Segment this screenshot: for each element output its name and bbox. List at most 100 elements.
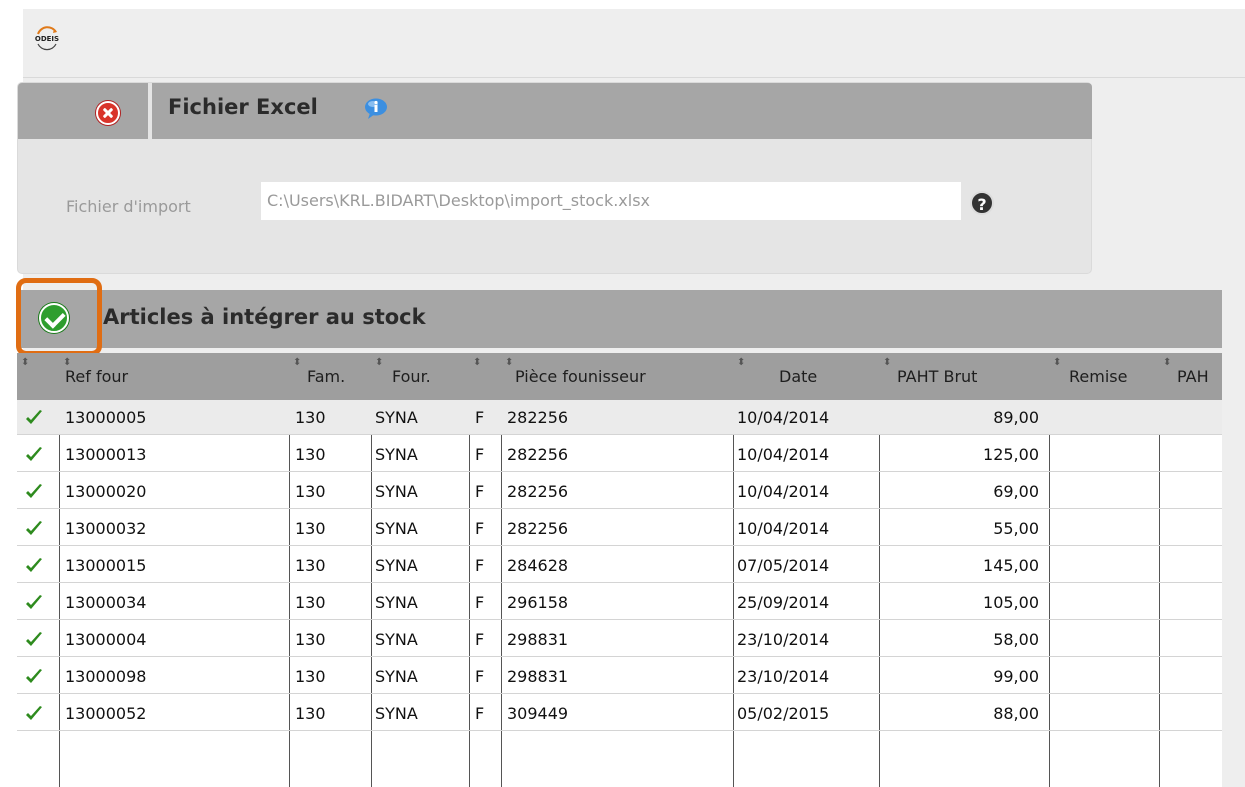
table-cell [1049, 437, 1159, 472]
table-cell: 130 [295, 519, 326, 538]
sort-icon[interactable]: ⬍ [883, 357, 891, 368]
table-cell: 298831 [507, 667, 569, 686]
table-cell: F [475, 519, 485, 538]
table-cell: F [475, 482, 485, 501]
sort-icon[interactable]: ⬍ [1053, 357, 1061, 368]
table-cell: 296158 [507, 593, 569, 612]
table-cell [1159, 696, 1222, 731]
table-cell: 13000015 [65, 556, 147, 575]
excel-header-left [18, 83, 148, 139]
help-icon[interactable]: ? [970, 191, 994, 215]
row-check-icon [26, 521, 42, 535]
table-cell [1159, 659, 1222, 694]
table-cell: 284628 [507, 556, 569, 575]
column-header[interactable]: Date [779, 353, 879, 400]
close-icon[interactable] [96, 101, 120, 125]
column-header[interactable]: Pièce founisseur [515, 353, 733, 400]
table-row[interactable]: 13000052 130 SYNA F 309449 05/02/2015 88,00 [17, 696, 1222, 731]
sort-icon[interactable]: ⬍ [375, 357, 383, 368]
table-cell: 69,00 [993, 482, 1039, 501]
row-check-icon [26, 484, 42, 498]
sort-icon[interactable]: ⬍ [1163, 357, 1171, 368]
column-header[interactable]: Remise [1069, 353, 1159, 400]
table-row[interactable]: 13000013 130 SYNA F 282256 10/04/2014 125,00 [17, 437, 1222, 472]
table-cell: 10/04/2014 [737, 519, 830, 538]
column-header[interactable] [479, 353, 501, 400]
table-cell [1159, 511, 1222, 546]
table-row[interactable]: 13000005 130 SYNA F 282256 10/04/2014 89,00 [17, 400, 1222, 435]
table-row[interactable]: 13000098 130 SYNA F 298831 23/10/2014 99,00 [17, 659, 1222, 694]
table-cell [1049, 622, 1159, 657]
table-row[interactable]: 13000020 130 SYNA F 282256 10/04/2014 69,00 [17, 474, 1222, 509]
sort-icon[interactable]: ⬍ [737, 357, 745, 368]
column-header[interactable]: PAHT Brut [897, 353, 1049, 400]
column-header[interactable]: Ref four [65, 353, 285, 400]
row-check-icon [26, 669, 42, 683]
table-cell: 13000034 [65, 593, 147, 612]
import-file-input[interactable]: C:\Users\KRL.BIDART\Desktop\import_stock… [261, 182, 961, 220]
table-cell [1159, 585, 1222, 620]
info-icon[interactable] [363, 97, 389, 121]
table-row[interactable]: 13000015 130 SYNA F 284628 07/05/2014 145,00 [17, 548, 1222, 583]
table-cell: 105,00 [983, 593, 1039, 612]
excel-file-panel: Fichier Excel Fichier d'import C:\Users\… [17, 82, 1092, 274]
table-cell: 23/10/2014 [737, 630, 830, 649]
column-header[interactable]: Four. [392, 353, 469, 400]
table-cell [1049, 511, 1159, 546]
table-cell [1159, 474, 1222, 509]
svg-text:ODEIS: ODEIS [35, 35, 59, 43]
column-header[interactable]: PAH [1177, 353, 1222, 400]
table-cell: 130 [295, 445, 326, 464]
table-cell: 145,00 [983, 556, 1039, 575]
row-check-icon [26, 410, 42, 424]
table-cell: SYNA [375, 519, 418, 538]
table-cell: 282256 [507, 482, 569, 501]
table-row[interactable]: 13000034 130 SYNA F 296158 25/09/2014 105,00 [17, 585, 1222, 620]
table-cell: 13000052 [65, 704, 147, 723]
table-cell: 130 [295, 704, 326, 723]
odeis-logo: ODEIS [30, 20, 64, 54]
table-cell: 282256 [507, 408, 569, 427]
table-cell: 05/02/2015 [737, 704, 830, 723]
table-cell: 130 [295, 593, 326, 612]
row-check-icon [26, 558, 42, 572]
table-cell: 130 [295, 408, 326, 427]
sort-icon[interactable]: ⬍ [293, 357, 301, 368]
table-cell [1049, 585, 1159, 620]
table-cell [1049, 400, 1159, 435]
table-cell: SYNA [375, 482, 418, 501]
table-row[interactable]: 13000032 130 SYNA F 282256 10/04/2014 55,00 [17, 511, 1222, 546]
table-cell: 25/09/2014 [737, 593, 830, 612]
table-cell [1049, 696, 1159, 731]
row-check-icon [26, 595, 42, 609]
table-cell: SYNA [375, 704, 418, 723]
table-cell: 10/04/2014 [737, 408, 830, 427]
sort-icon[interactable]: ⬍ [21, 357, 29, 368]
table-cell: 13000032 [65, 519, 147, 538]
table-cell [1049, 659, 1159, 694]
articles-panel-title: Articles à intégrer au stock [103, 305, 426, 329]
table-cell: 07/05/2014 [737, 556, 830, 575]
column-header[interactable]: Fam. [307, 353, 371, 400]
table-cell: SYNA [375, 408, 418, 427]
highlight-annotation [16, 278, 102, 356]
table-cell: SYNA [375, 445, 418, 464]
row-check-icon [26, 632, 42, 646]
table-cell: 282256 [507, 445, 569, 464]
table-cell: 10/04/2014 [737, 482, 830, 501]
table-row[interactable]: 13000004 130 SYNA F 298831 23/10/2014 58,00 [17, 622, 1222, 657]
table-cell: 99,00 [993, 667, 1039, 686]
table-cell: 13000020 [65, 482, 147, 501]
row-check-icon [26, 706, 42, 720]
top-divider [23, 77, 1245, 78]
table-cell [1159, 548, 1222, 583]
sort-icon[interactable]: ⬍ [505, 357, 513, 368]
table-cell: 55,00 [993, 519, 1039, 538]
table-cell: F [475, 556, 485, 575]
table-cell: SYNA [375, 630, 418, 649]
table-cell: F [475, 445, 485, 464]
table-cell: 88,00 [993, 704, 1039, 723]
table-cell: SYNA [375, 556, 418, 575]
table-cell: 130 [295, 482, 326, 501]
table-cell: 89,00 [993, 408, 1039, 427]
